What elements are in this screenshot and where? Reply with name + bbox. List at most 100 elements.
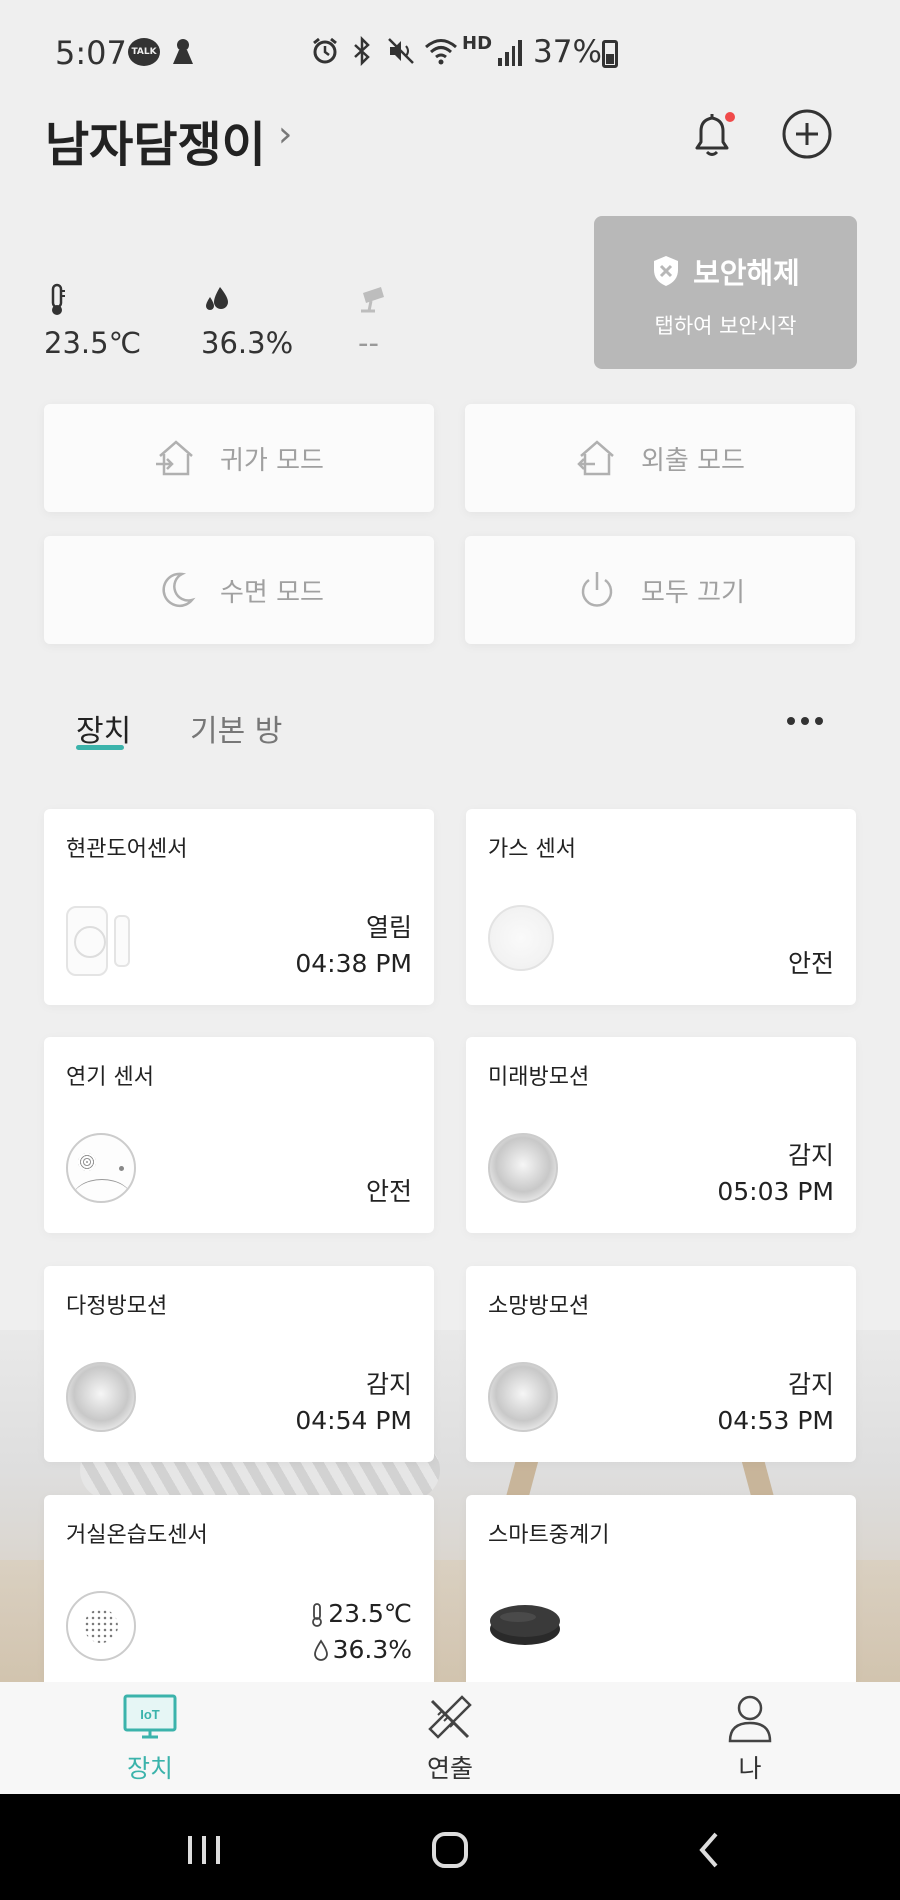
iot-badge-label: IoT (140, 1707, 160, 1722)
sleep-mode-button[interactable]: 수면 모드 (44, 536, 434, 644)
status-time: 04:54 PM (295, 1406, 412, 1435)
nav-devices-label: 장치 (126, 1754, 173, 1783)
home-icon[interactable] (430, 1830, 470, 1874)
kakaotalk-icon: TALK (128, 38, 160, 66)
recent-apps-icon[interactable] (184, 1830, 224, 1874)
humidity-value: 36.3% (201, 326, 294, 360)
device-card-living-thermo[interactable]: 거실온습도센서 23.5℃ 36.3% (44, 1495, 434, 1682)
nav-devices[interactable]: IoT 장치 (90, 1693, 210, 1785)
home-leave-icon (577, 440, 614, 476)
moon-icon (162, 572, 196, 608)
battery-percent: 37% (533, 34, 602, 70)
ruler-pencil-icon (428, 1695, 472, 1739)
hd-voice-indicator: HD (462, 33, 493, 54)
device-card-smoke-sensor[interactable]: 연기 센서 안전 (44, 1037, 434, 1233)
alarm-icon (310, 36, 340, 70)
security-status: 보안해제 (693, 256, 800, 290)
water-drop-icon (313, 1639, 328, 1661)
back-icon[interactable] (690, 1830, 730, 1874)
home-mode-label: 귀가 모드 (220, 445, 324, 476)
status-text: 안전 (787, 949, 834, 978)
device-status: 23.5℃ 36.3% (310, 1596, 412, 1668)
nav-scenes[interactable]: 연출 (390, 1693, 510, 1785)
iot-monitor-icon: IoT (123, 1694, 177, 1739)
status-time: 04:38 PM (295, 949, 412, 978)
device-status: 안전 (366, 1174, 412, 1210)
thermometer-icon (312, 1603, 323, 1627)
camera-icon (357, 283, 387, 317)
power-icon (581, 572, 613, 607)
notification-dot (725, 112, 735, 122)
thermo-hygrometer-icon (66, 1591, 136, 1661)
living-humidity: 36.3% (332, 1635, 412, 1664)
temp-row: 23.5℃ (310, 1596, 412, 1632)
device-status: 감지 04:54 PM (295, 1367, 412, 1439)
sleep-mode-label: 수면 모드 (220, 577, 324, 608)
nav-me-label: 나 (738, 1754, 762, 1783)
away-mode-label: 외출 모드 (641, 445, 745, 476)
status-text: 열림 (365, 913, 412, 942)
active-tab-indicator (76, 745, 124, 750)
humidity-icon (202, 283, 232, 317)
status-time: 04:53 PM (717, 1406, 834, 1435)
device-name: 다정방모션 (66, 1294, 168, 1319)
smoke-sensor-icon (66, 1133, 136, 1203)
home-mode-button[interactable]: 귀가 모드 (44, 404, 434, 512)
device-name: 가스 센서 (488, 837, 576, 862)
device-card-door-sensor[interactable]: 현관도어센서 열림 04:38 PM (44, 809, 434, 1005)
device-status: 감지 04:53 PM (717, 1367, 834, 1439)
living-temperature: 23.5℃ (328, 1599, 412, 1628)
mute-icon (386, 36, 416, 70)
gas-sensor-icon (488, 905, 554, 971)
hub-icon (488, 1599, 562, 1653)
away-mode-button[interactable]: 외출 모드 (465, 404, 855, 512)
tab-devices[interactable]: 장치 (76, 706, 131, 750)
all-off-label: 모두 끄기 (641, 577, 745, 608)
thermometer-icon (45, 283, 75, 317)
device-status: 안전 (788, 946, 834, 982)
camera-value: -- (358, 326, 379, 360)
device-name: 연기 센서 (66, 1065, 154, 1090)
status-time: 05:03 PM (717, 1177, 834, 1206)
device-name: 현관도어센서 (66, 837, 188, 862)
more-options-icon[interactable] (787, 717, 823, 725)
home-arrive-icon (156, 440, 193, 476)
clock: 5:07 (55, 34, 127, 72)
device-name: 거실온습도센서 (66, 1523, 208, 1548)
nav-me[interactable]: 나 (690, 1693, 810, 1785)
device-card-motion-mirae[interactable]: 미래방모션 감지 05:03 PM (466, 1037, 856, 1233)
app-notification-icon (170, 36, 196, 70)
status-bar: 5:07 TALK HD 37% (0, 0, 900, 100)
hd-label: HD (462, 33, 493, 54)
device-card-gas-sensor[interactable]: 가스 센서 안전 (466, 809, 856, 1005)
door-sensor-icon (66, 905, 136, 977)
person-icon (728, 1695, 772, 1743)
device-status: 감지 05:03 PM (717, 1138, 834, 1210)
device-card-motion-dajeong[interactable]: 다정방모션 감지 04:54 PM (44, 1266, 434, 1462)
tab-default-room[interactable]: 기본 방 (190, 706, 282, 750)
security-toggle-card[interactable]: 보안해제 탭하여 보안시작 (594, 216, 857, 369)
home-name[interactable]: 남자담쟁이 (45, 105, 266, 175)
signal-icon (498, 40, 522, 66)
humidity-row: 36.3% (310, 1632, 412, 1668)
bluetooth-icon (350, 35, 374, 70)
status-text: 감지 (365, 1370, 412, 1399)
motion-sensor-icon (66, 1362, 136, 1432)
all-off-button[interactable]: 모두 끄기 (465, 536, 855, 644)
motion-sensor-icon (488, 1133, 558, 1203)
shield-icon (654, 256, 679, 286)
status-text: 안전 (365, 1177, 412, 1206)
motion-sensor-icon (488, 1362, 558, 1432)
nav-scenes-label: 연출 (426, 1754, 473, 1783)
device-card-motion-somang[interactable]: 소망방모션 감지 04:53 PM (466, 1266, 856, 1462)
battery-icon (602, 40, 618, 68)
device-name: 미래방모션 (488, 1065, 590, 1090)
add-button[interactable] (777, 104, 837, 164)
chevron-right-icon[interactable]: › (278, 114, 292, 155)
device-name: 스마트중계기 (488, 1523, 610, 1548)
device-card-smart-hub[interactable]: 스마트중계기 (466, 1495, 856, 1682)
temperature-value: 23.5℃ (44, 326, 142, 360)
security-hint: 탭하여 보안시작 (654, 314, 797, 338)
device-name: 소망방모션 (488, 1294, 590, 1319)
status-text: 감지 (787, 1370, 834, 1399)
